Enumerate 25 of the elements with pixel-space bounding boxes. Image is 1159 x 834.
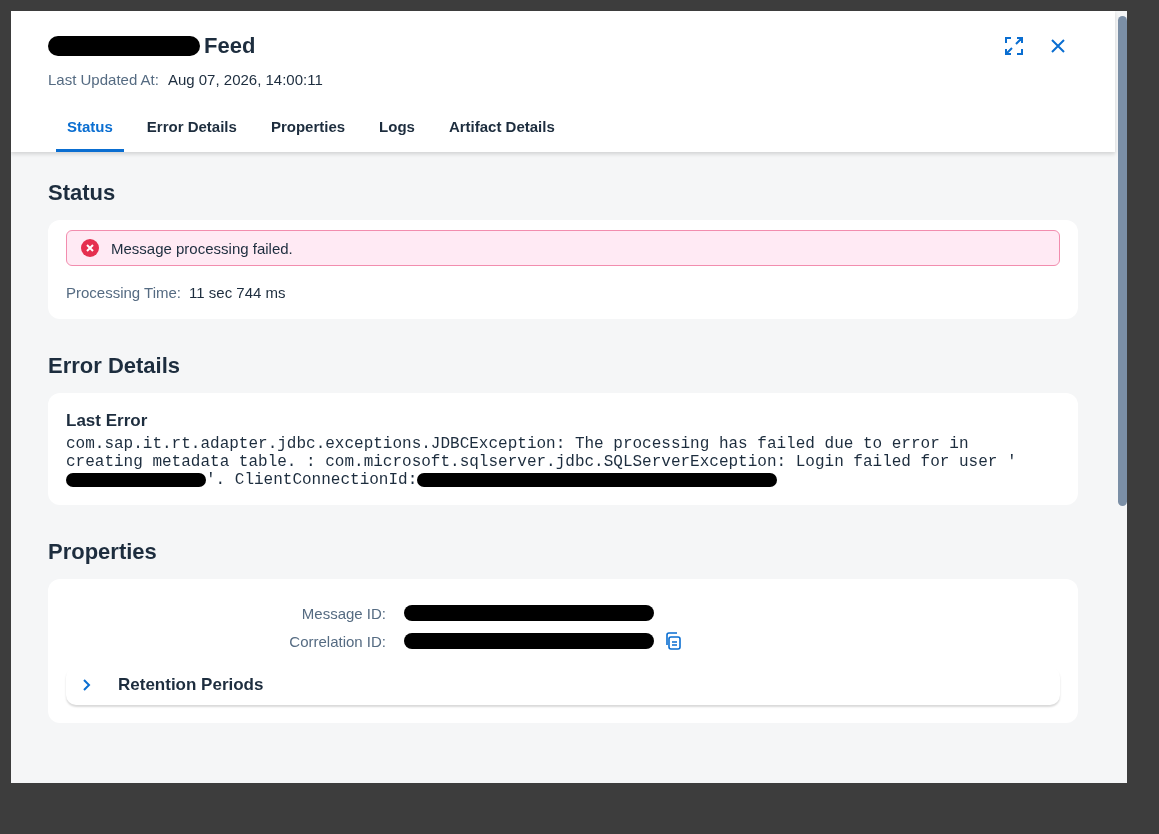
section-heading: Error Details <box>48 353 182 379</box>
tab[interactable]: Artifact Details <box>437 110 566 152</box>
scrollbar[interactable] <box>1118 16 1127 506</box>
section-heading: Status <box>48 180 117 206</box>
fullscreen-icon[interactable] <box>1004 36 1024 56</box>
property-label: Message ID: <box>300 604 386 622</box>
tab[interactable]: Status <box>56 110 124 152</box>
tab[interactable]: Logs <box>368 110 426 152</box>
last-error-title: Last Error <box>66 411 149 431</box>
tab[interactable]: Properties <box>259 110 357 152</box>
error-text: com.sap.it.rt.adapter.jdbc.exceptions.JDBCException: The processing has failed due to error in creating metadata table. : com.microsoft.sqlserver.jdbc.SQLServerException: Login failed for user ' '. ClientConnectionId: <box>66 435 1018 489</box>
status-message: Message processing failed. <box>111 239 293 257</box>
expand-icon[interactable] <box>80 679 92 691</box>
tab[interactable]: Error Details <box>135 110 248 152</box>
close-icon[interactable] <box>1050 38 1066 54</box>
processing-time-label: Processing Time: <box>66 284 182 301</box>
processing-time-value: 11 sec 744 ms <box>189 284 286 301</box>
retention-title: Retention Periods <box>118 675 264 695</box>
dialog-title: Feed <box>48 33 256 59</box>
property-label: Correlation ID: <box>288 632 386 650</box>
updated-label: Last Updated At: <box>48 71 159 88</box>
copy-icon[interactable] <box>664 632 682 650</box>
section-heading: Properties <box>48 539 158 565</box>
error-icon <box>81 239 99 257</box>
updated-value: Aug 07, 2026, 14:00:11 <box>167 71 323 88</box>
